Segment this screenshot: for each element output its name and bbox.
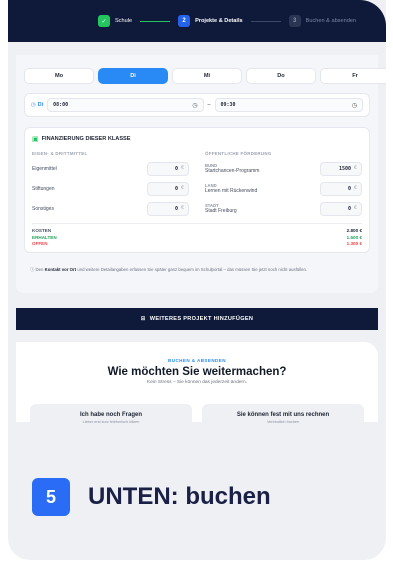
step-number: 2	[178, 15, 191, 27]
option-book[interactable]: Sie können fest mit uns rechnen Verbindl…	[202, 404, 364, 434]
info-note: ⓘ Den Kontakt vor Ort und weitere Detail…	[30, 267, 307, 273]
option-desc: Lieber erst kurz telefonisch klären	[82, 420, 140, 424]
start-time-value: 08:00	[53, 102, 69, 108]
finance-title: ▣ FINANZIERUNG DIESER KLASSE	[32, 135, 362, 143]
day-di[interactable]: Di	[98, 68, 168, 84]
funding-label: Stiftungen	[32, 185, 55, 192]
step-label: Buchen & absenden	[305, 18, 357, 24]
option-title: Sie können fest mit uns rechnen	[236, 412, 330, 418]
amount-value: 0	[348, 205, 352, 212]
day-mi[interactable]: Mi	[172, 68, 242, 84]
step-booking[interactable]: 3 Buchen & absenden	[288, 15, 357, 27]
add-project-button[interactable]: ⊞ WEITERES PROJEKT HINZUFÜGEN	[16, 308, 378, 330]
funding-row: BUND Startchancen-Programm 1500 €	[205, 160, 362, 177]
start-time-input[interactable]: 08:00 ◷	[47, 98, 204, 112]
time-day-text: Di	[37, 102, 44, 108]
funding-label: STADT Stadt Freiburg	[205, 203, 237, 214]
note-prefix: Den	[35, 267, 44, 272]
currency: €	[354, 166, 357, 171]
step-number: 3	[288, 15, 301, 27]
info-icon: ⓘ	[30, 267, 35, 272]
step-caption: 5 UNTEN: buchen	[32, 478, 271, 516]
currency: €	[181, 186, 184, 191]
end-time-value: 09:30	[220, 102, 236, 108]
amount-input[interactable]: 1500 €	[320, 161, 362, 176]
funding-row: Sonstiges 0 €	[32, 200, 189, 217]
section-kicker: BUCHEN & ABSENDEN	[168, 358, 226, 363]
option-questions[interactable]: Ich habe noch Fragen Lieber erst kurz te…	[30, 404, 192, 434]
amount-value: 0	[348, 185, 352, 192]
time-day-label: ◷ Di	[31, 102, 43, 108]
total-label: OFFEN	[32, 241, 48, 246]
currency: €	[181, 206, 184, 211]
project-panel: Mo Di Mi Do Fr ◷ Di 08:00 ◷ – 09:30 ◷ ▣	[16, 55, 386, 293]
finance-card: ▣ FINANZIERUNG DIESER KLASSE EIGEN- & DR…	[24, 127, 370, 253]
booking-section: BUCHEN & ABSENDEN Wie möchten Sie weiter…	[16, 342, 378, 434]
clock-icon: ◷	[31, 102, 36, 108]
step-badge: 5	[32, 478, 70, 516]
option-desc: Verbindlich buchen	[266, 420, 300, 424]
section-subtitle: Kein Stress – Sie können das jederzeit ä…	[147, 380, 247, 385]
funding-row: Eigenmittel 0 €	[32, 160, 189, 177]
currency: €	[354, 206, 357, 211]
amount-input[interactable]: 0 €	[147, 201, 189, 216]
money-icon: ▣	[32, 136, 39, 143]
note-bold: Kontakt vor Ort	[44, 267, 77, 272]
step-connector	[250, 20, 281, 22]
funding-row: STADT Stadt Freiburg 0 €	[205, 200, 362, 217]
grid-plus-icon: ⊞	[140, 316, 146, 322]
column-header: ÖFFENTLICHE FÖRDERUNG	[205, 151, 272, 156]
currency: €	[354, 186, 357, 191]
time-separator: –	[207, 102, 211, 108]
day-mo[interactable]: Mo	[24, 68, 94, 84]
add-project-label: WEITERES PROJEKT HINZUFÜGEN	[149, 316, 254, 322]
amount-input[interactable]: 0 €	[147, 181, 189, 196]
step-projects[interactable]: 2 Projekte & Details	[178, 15, 243, 27]
day-fr[interactable]: Fr	[320, 68, 386, 84]
finance-totals: KOSTEN 2.800 € ERHALTEN 1.500 € OFFEN 1.300…	[32, 223, 362, 248]
step-label: Schule	[114, 18, 133, 24]
public-funding-column: ÖFFENTLICHE FÖRDERUNG BUND Startchancen-P…	[205, 151, 362, 220]
step-label: Projekte & Details	[195, 18, 243, 24]
finance-title-text: FINANZIERUNG DIESER KLASSE	[41, 136, 131, 142]
funding-label: Eigenmittel	[32, 165, 57, 172]
amount-value: 0	[175, 165, 179, 172]
clock-icon: ◷	[351, 101, 357, 109]
screenshot-frame: ✓ Schule 2 Projekte & Details 3 Buchen &…	[8, 0, 386, 560]
column-header: EIGEN- & DRITTMITTEL	[32, 151, 88, 156]
currency: €	[181, 166, 184, 171]
section-heading: Wie möchten Sie weitermachen?	[107, 366, 287, 378]
amount-value: 1500	[339, 165, 352, 172]
funding-row: Stiftungen 0 €	[32, 180, 189, 197]
weekday-selector: Mo Di Mi Do Fr	[24, 68, 386, 84]
funding-program: Startchancen-Programm	[205, 168, 260, 174]
end-time-input[interactable]: 09:30 ◷	[214, 98, 363, 112]
clock-icon: ◷	[192, 101, 198, 109]
amount-input[interactable]: 0 €	[147, 161, 189, 176]
amount-input[interactable]: 0 €	[320, 181, 362, 196]
funding-label: LAND Lernen mit Rückenwind	[205, 183, 257, 194]
funding-label: Sonstiges	[32, 205, 54, 212]
funding-program: Lernen mit Rückenwind	[205, 188, 258, 194]
own-funds-column: EIGEN- & DRITTMITTEL Eigenmittel 0 € Stif…	[32, 151, 189, 220]
amount-input[interactable]: 0 €	[320, 201, 362, 216]
amount-value: 0	[175, 205, 179, 212]
day-do[interactable]: Do	[246, 68, 316, 84]
step-school[interactable]: ✓ Schule	[97, 15, 133, 27]
funding-program: Stadt Freiburg	[205, 208, 237, 214]
note-text: und weitere Detailangaben erfassen Sie s…	[77, 267, 308, 272]
total-value: 1.300 €	[346, 241, 362, 246]
funding-label: BUND Startchancen-Programm	[205, 163, 259, 174]
step-connector	[140, 20, 171, 22]
check-icon: ✓	[97, 15, 110, 27]
stepper: ✓ Schule 2 Projekte & Details 3 Buchen &…	[8, 0, 386, 42]
option-title: Ich habe noch Fragen	[79, 412, 142, 418]
amount-value: 0	[175, 185, 179, 192]
total-open: OFFEN 1.300 €	[32, 241, 362, 248]
funding-row: LAND Lernen mit Rückenwind 0 €	[205, 180, 362, 197]
step-caption-text: UNTEN: buchen	[88, 483, 271, 510]
time-row: ◷ Di 08:00 ◷ – 09:30 ◷	[24, 93, 370, 117]
